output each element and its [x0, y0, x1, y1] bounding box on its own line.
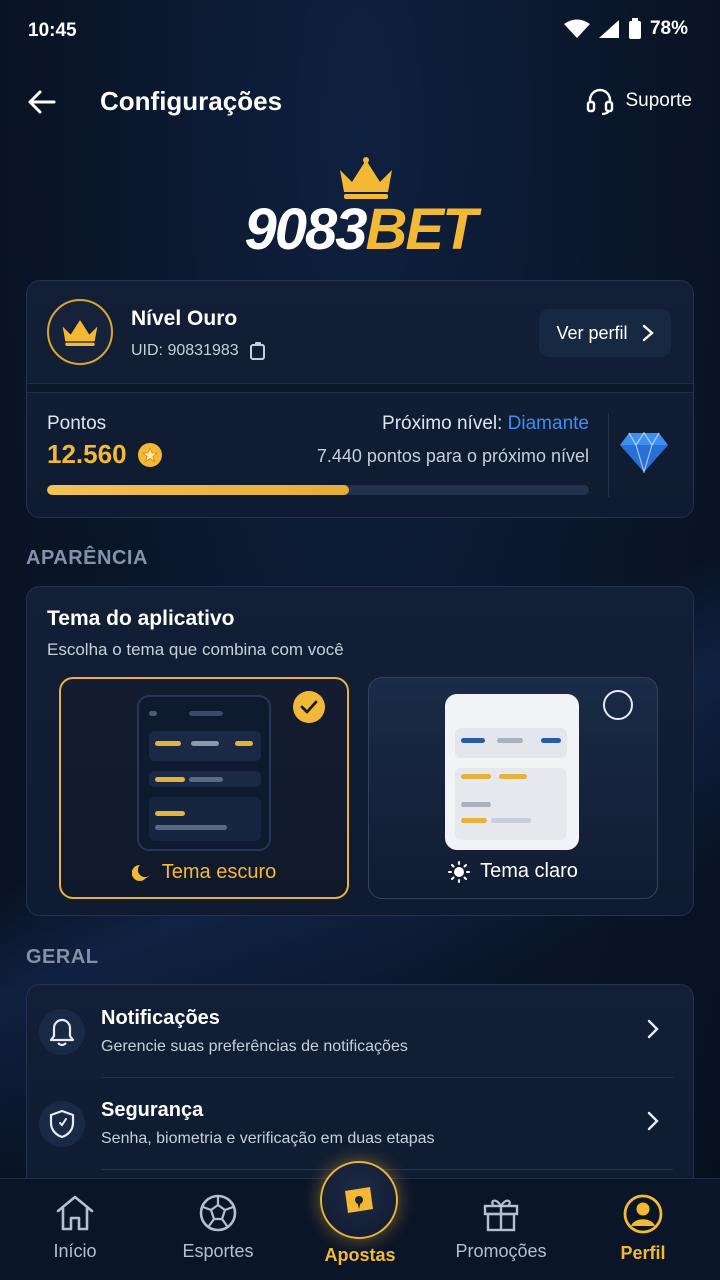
back-button[interactable] — [24, 84, 60, 120]
level-progress-bar — [47, 485, 589, 495]
next-level: Próximo nível: Diamante — [382, 413, 589, 435]
chevron-right-icon — [642, 324, 654, 342]
logo-wordmark: 9083BET — [0, 196, 720, 263]
brand-logo: 9083BET — [0, 152, 720, 262]
copy-icon[interactable] — [249, 341, 267, 361]
profile-card: Nível Ouro UID: 90831983 Ver perfil Pont… — [26, 280, 694, 518]
support-button[interactable]: Suporte — [585, 86, 692, 116]
battery-percent: 78% — [649, 18, 688, 39]
diamond-icon — [620, 431, 668, 473]
theme-light-label-row: Tema claro — [369, 860, 657, 883]
app-header: Configurações Suporte — [0, 72, 720, 132]
page-title: Configurações — [100, 86, 283, 116]
level-progress-fill — [47, 485, 350, 495]
chevron-right-icon — [647, 1111, 659, 1131]
nav-promotions-label: Promoções — [455, 1241, 547, 1261]
nav-profile[interactable]: Perfil — [583, 1193, 703, 1264]
list-item-notifications[interactable]: Notificações Gerencie suas preferências … — [27, 985, 693, 1077]
section-general-label: GERAL — [26, 946, 99, 968]
headset-icon — [587, 88, 614, 116]
gift-icon — [483, 1199, 519, 1232]
nav-profile-label: Perfil — [620, 1243, 666, 1263]
uid-text: UID: 90831983 — [131, 342, 239, 359]
crown-icon — [62, 320, 98, 346]
nav-sports-label: Esportes — [182, 1241, 254, 1261]
points-value-row: 12.560 — [47, 439, 163, 470]
chevron-right-icon — [647, 1019, 659, 1039]
battery-icon — [628, 18, 641, 39]
theme-light-label: Tema claro — [480, 860, 578, 882]
logo-number: 9083 — [244, 197, 367, 262]
selected-check-icon — [293, 691, 325, 723]
moon-icon — [131, 864, 150, 881]
light-theme-preview — [445, 694, 579, 850]
next-level-name: Diamante — [507, 413, 589, 434]
status-bar: 10:45 78% — [0, 0, 720, 64]
theme-dark-label: Tema escuro — [161, 861, 277, 883]
nav-bets[interactable] — [320, 1161, 398, 1239]
notifications-title: Notificações — [101, 1007, 220, 1029]
user-icon — [623, 1194, 663, 1234]
sun-icon — [448, 860, 471, 883]
dark-theme-preview — [137, 695, 271, 851]
nav-sports[interactable]: Esportes — [158, 1193, 278, 1262]
security-subtitle: Senha, biometria e verificação em duas e… — [101, 1130, 435, 1147]
star-coin-icon — [137, 442, 162, 467]
shield-icon — [39, 1101, 85, 1147]
theme-dark-label-row: Tema escuro — [61, 861, 347, 884]
arrow-left-icon — [28, 90, 56, 114]
theme-title: Tema do aplicativo — [47, 607, 235, 630]
ticket-icon — [345, 1187, 373, 1213]
crown-icon — [340, 157, 392, 199]
vertical-divider — [608, 413, 609, 497]
nav-bets-label: Apostas — [324, 1245, 396, 1265]
points-value: 12.560 — [47, 439, 127, 469]
view-profile-label: Ver perfil — [556, 322, 628, 343]
nav-home[interactable]: Início — [15, 1193, 135, 1262]
next-level-prefix: Próximo nível: — [382, 413, 508, 434]
uid-row: UID: 90831983 — [131, 341, 267, 361]
soccer-ball-icon — [199, 1194, 237, 1232]
support-label: Suporte — [625, 90, 692, 111]
level-avatar — [47, 299, 113, 365]
list-divider — [101, 1169, 673, 1170]
nav-home-label: Início — [53, 1241, 97, 1261]
section-appearance-label: APARÊNCIA — [26, 547, 148, 569]
theme-subtitle: Escolha o tema que combina com você — [47, 640, 344, 659]
points-label: Pontos — [47, 413, 107, 434]
list-item-security[interactable]: Segurança Senha, biometria e verificação… — [27, 1077, 693, 1169]
home-icon — [56, 1195, 94, 1231]
theme-option-light[interactable]: Tema claro — [368, 677, 658, 899]
status-time: 10:45 — [28, 20, 77, 41]
bottom-navigation: Início Esportes Apostas Promoções Perfil — [0, 1161, 720, 1280]
status-icons: 78% — [563, 18, 688, 40]
next-level-description: 7.440 pontos para o próximo nível — [316, 446, 589, 466]
logo-brand: BET — [365, 197, 478, 262]
view-profile-button[interactable]: Ver perfil — [539, 309, 671, 357]
notifications-subtitle: Gerencie suas preferências de notificaçõ… — [101, 1038, 408, 1055]
security-title: Segurança — [101, 1099, 204, 1121]
signal-icon — [598, 20, 619, 38]
card-divider — [27, 383, 693, 393]
theme-option-dark[interactable]: Tema escuro — [59, 677, 349, 899]
unselected-radio — [603, 690, 633, 720]
level-name: Nível Ouro — [131, 307, 238, 330]
theme-card: Tema do aplicativo Escolha o tema que co… — [26, 586, 694, 916]
nav-promotions[interactable]: Promoções — [441, 1193, 561, 1262]
bell-icon — [39, 1009, 85, 1055]
wifi-icon — [563, 19, 590, 38]
